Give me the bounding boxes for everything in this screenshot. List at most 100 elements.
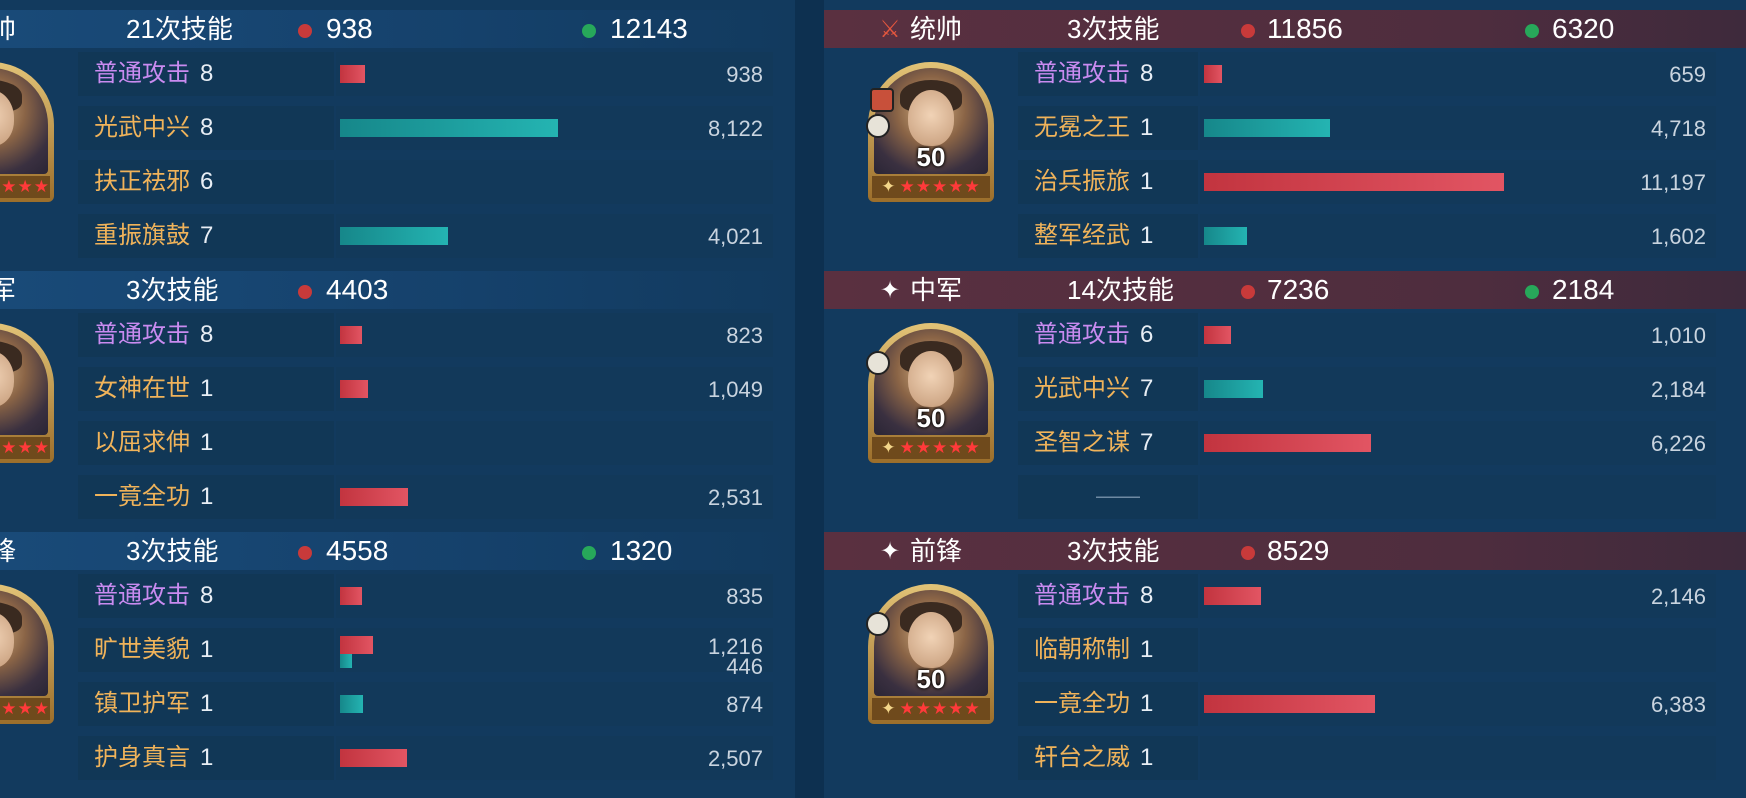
heal-bar xyxy=(1204,119,1331,137)
row-bar-track xyxy=(1200,475,1716,519)
skill-count: 3次技能 xyxy=(1067,536,1160,566)
skill-name[interactable]: 普通攻击 xyxy=(1034,58,1130,90)
skill-name[interactable]: 无冕之王 xyxy=(1034,112,1130,144)
skill-name[interactable]: 普通攻击 xyxy=(94,580,190,612)
skill-count: 21次技能 xyxy=(126,14,233,44)
role-label: 军 xyxy=(0,275,17,305)
stars-icon: ★★★★★ xyxy=(899,177,981,196)
skill-row: 光武中兴 7 2,184 xyxy=(1018,367,1716,411)
skill-row: 普通攻击 8 835 xyxy=(78,574,773,618)
skill-name[interactable]: 一竟全功 xyxy=(94,481,190,513)
skill-row: 镇卫护军 1 874 xyxy=(78,682,773,726)
heal-dot-icon xyxy=(582,24,596,38)
skill-name[interactable]: 普通攻击 xyxy=(94,58,190,90)
hero-face xyxy=(908,90,954,146)
skill-row: 扶正祛邪 6 xyxy=(78,160,773,204)
sword-badge-icon: ⚔ xyxy=(879,15,901,43)
left-section-0: 帅 21次技能 938 12143 ★★★ 普通攻击 8 938 光武中兴 8 8,122 扶正祛邪 6… xyxy=(0,0,795,261)
stars-icon: ★★★★★ xyxy=(899,438,981,457)
right-section-1: ✦ 中军 14次技能 7236 2184 50 ✦ ★★★★★ 普通攻击 6 1,010 光武中兴 7 2… xyxy=(824,261,1746,522)
skill-row: 圣智之谋 7 6,226 xyxy=(1018,421,1716,465)
skill-level: 1 xyxy=(200,690,214,717)
skill-row: 临朝称制 1 xyxy=(1018,628,1716,672)
damage-bar xyxy=(1204,695,1376,713)
skill-name[interactable]: 临朝称制 xyxy=(1034,634,1130,666)
skill-row: 护身真言 1 2,507 xyxy=(78,736,773,780)
damage-bar xyxy=(1204,587,1262,605)
skill-row: 整军经武 1 1,602 xyxy=(1018,214,1716,258)
skill-value-secondary: 446 xyxy=(726,654,763,679)
heal-total: 2184 xyxy=(1552,274,1615,305)
skill-count: 3次技能 xyxy=(126,275,219,305)
damage-bar xyxy=(340,65,366,83)
left-team-panel: 帅 21次技能 938 12143 ★★★ 普通攻击 8 938 光武中兴 8 8,122 扶正祛邪 6… xyxy=(0,0,795,798)
skill-name[interactable]: 扶正祛邪 xyxy=(94,166,190,198)
skill-value: 1,010 xyxy=(1650,323,1706,348)
skill-name[interactable]: 重振旗鼓 xyxy=(94,220,190,252)
heal-dot-icon xyxy=(1525,24,1539,38)
heal-dot-icon xyxy=(582,546,596,560)
skill-name[interactable]: 普通攻击 xyxy=(1034,319,1130,351)
skill-name[interactable]: 护身真言 xyxy=(94,742,190,774)
skill-level: 1 xyxy=(200,636,214,663)
skill-name[interactable]: 旷世美貌 xyxy=(94,634,190,666)
star-rating: ✦ ★★★★★ xyxy=(872,176,990,198)
heal-total: 6320 xyxy=(1552,13,1615,44)
hero-level: 50 xyxy=(916,664,946,694)
skill-name[interactable]: 普通攻击 xyxy=(1034,580,1130,612)
heal-bar xyxy=(1204,227,1247,245)
damage-bar xyxy=(1204,326,1232,344)
star-rating: ★★★ xyxy=(0,437,50,459)
skill-value: 11,197 xyxy=(1640,170,1706,195)
skill-name[interactable]: 圣智之谋 xyxy=(1034,427,1130,459)
skill-level: 6 xyxy=(1140,321,1154,348)
skill-row: 以屈求伸 1 xyxy=(78,421,773,465)
role-label: 前锋 xyxy=(910,536,963,566)
role-label: 统帅 xyxy=(910,14,963,44)
skill-row: 旷世美貌 1 1,216 446 xyxy=(78,628,773,678)
skill-name[interactable]: 整军经武 xyxy=(1034,220,1130,252)
skill-name[interactable]: 治兵振旅 xyxy=(1034,166,1130,198)
damage-total: 11856 xyxy=(1267,13,1343,44)
skill-level: 1 xyxy=(200,375,214,402)
damage-total: 8529 xyxy=(1267,535,1330,566)
heal-dot-icon xyxy=(1525,285,1539,299)
skill-count: 3次技能 xyxy=(1067,14,1160,44)
damage-bar xyxy=(340,587,363,605)
skill-row: 一竟全功 1 2,531 xyxy=(78,475,773,519)
skill-name[interactable]: 轩台之威 xyxy=(1034,742,1130,774)
skill-name[interactable]: 以屈求伸 xyxy=(94,427,190,459)
skill-name[interactable]: 镇卫护军 xyxy=(94,688,190,720)
skill-value: 2,507 xyxy=(707,746,763,771)
hero-portrait[interactable]: 50 ✦ ★★★★★ xyxy=(866,584,994,724)
panel-divider xyxy=(795,0,824,798)
skill-row: 重振旗鼓 7 4,021 xyxy=(78,214,773,258)
stars-icon: ★★★ xyxy=(1,177,50,196)
skill-level: 1 xyxy=(1140,168,1154,195)
skill-level: 7 xyxy=(200,222,214,249)
damage-dot-icon xyxy=(1241,546,1255,560)
skill-level: 8 xyxy=(1140,582,1154,609)
portrait-art xyxy=(0,329,48,435)
skill-level: 1 xyxy=(200,744,214,771)
row-bar-track xyxy=(1200,736,1716,780)
hero-portrait-partial[interactable]: ★★★ xyxy=(0,323,54,463)
star-rating: ★★★ xyxy=(0,698,50,720)
skill-name[interactable]: 光武中兴 xyxy=(1034,373,1130,405)
skill-row: 普通攻击 8 823 xyxy=(78,313,773,357)
skill-name[interactable]: 一竟全功 xyxy=(1034,688,1130,720)
hero-portrait[interactable]: 50 ✦ ★★★★★ xyxy=(866,323,994,463)
role-label: 锋 xyxy=(0,536,17,566)
hero-portrait[interactable]: 50 ✦ ★★★★★ xyxy=(866,62,994,202)
hero-portrait-partial[interactable]: ★★★ xyxy=(0,62,54,202)
hero-portrait-partial[interactable]: ★★★ xyxy=(0,584,54,724)
skill-name[interactable]: 普通攻击 xyxy=(94,319,190,351)
skill-value: 8,122 xyxy=(707,116,763,141)
skill-name[interactable]: 光武中兴 xyxy=(94,112,190,144)
skill-name[interactable]: 女神在世 xyxy=(94,373,190,405)
skill-row: 无冕之王 1 4,718 xyxy=(1018,106,1716,150)
right-section-2: ✦ 前锋 3次技能 8529 50 ✦ ★★★★★ 普通攻击 8 2,146 临朝称制 1 一竟全功 1 6… xyxy=(824,522,1746,783)
portrait-art xyxy=(0,68,48,174)
hero-face xyxy=(908,612,954,668)
left-section-header: 帅 21次技能 938 12143 xyxy=(0,10,795,48)
